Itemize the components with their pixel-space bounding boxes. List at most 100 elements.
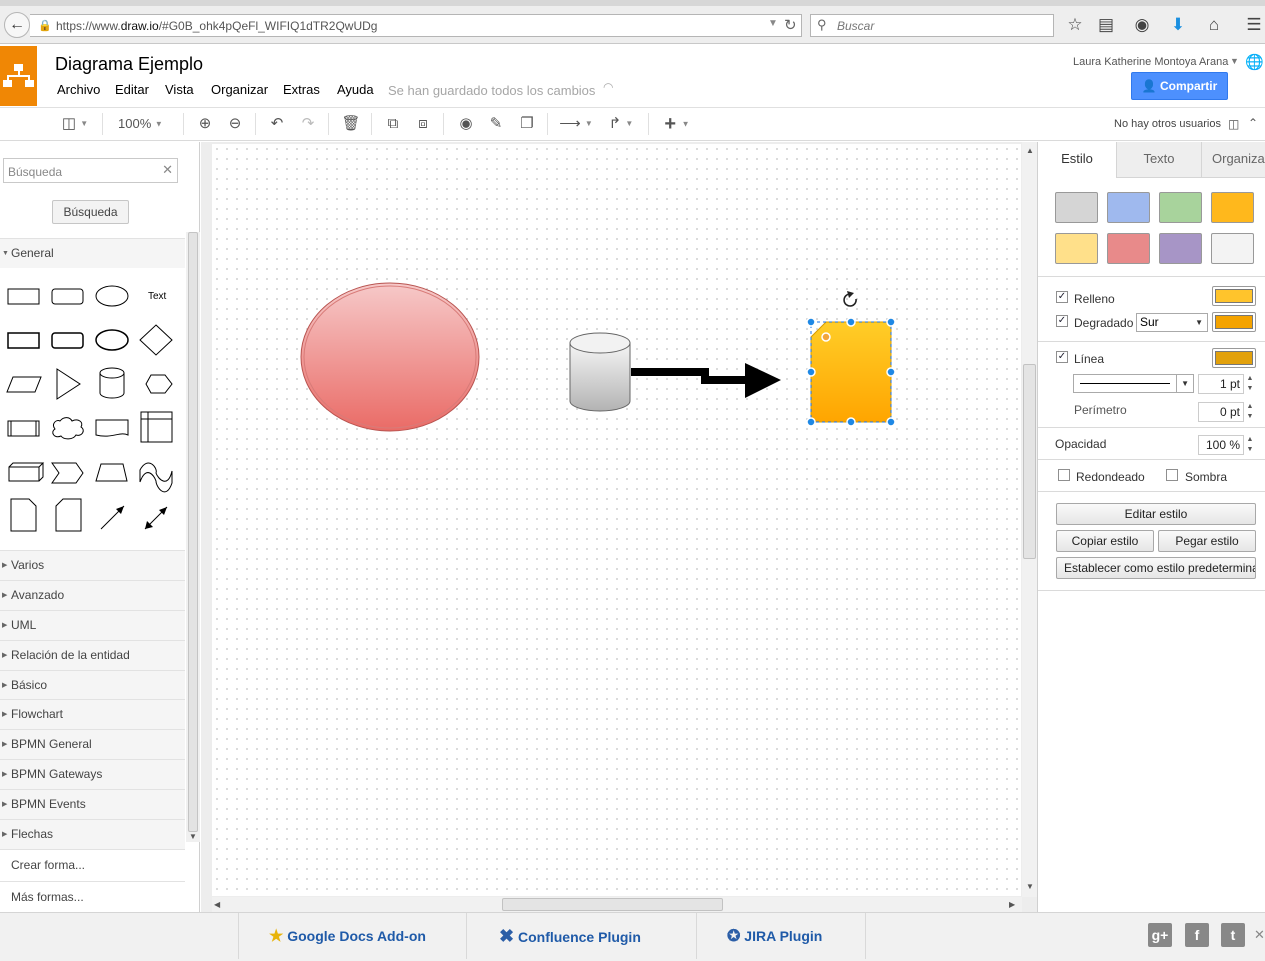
confluence-plugin-link[interactable]: ✖ Confluence Plugin — [466, 913, 696, 959]
category-flowchart[interactable]: ▶ Flowchart — [0, 699, 185, 729]
line-color-picker[interactable] — [1212, 348, 1256, 368]
zoom-select[interactable]: 100% ▼ — [118, 112, 163, 137]
trash-icon[interactable]: 🗑 — [341, 112, 361, 136]
user-name[interactable]: Laura Katherine Montoya Arana — [1073, 56, 1228, 68]
to-back-icon[interactable]: ⧈ — [413, 112, 433, 136]
download-icon[interactable]: ⬇ — [1166, 14, 1190, 36]
category-uml[interactable]: ▶ UML — [0, 610, 185, 640]
shape-search-button[interactable]: Búsqueda — [52, 200, 129, 224]
style-swatch-gray[interactable] — [1055, 192, 1098, 223]
format-panel-icon[interactable]: ◫ — [1228, 117, 1239, 131]
connector-arrow[interactable] — [631, 363, 781, 398]
diagram-title[interactable]: Diagrama Ejemplo — [55, 54, 203, 75]
menu-archivo[interactable]: Archivo — [57, 82, 100, 97]
menu-editar[interactable]: Editar — [115, 82, 149, 97]
category-entity-relation[interactable]: ▶ Relación de la entidad — [0, 640, 185, 670]
tab-estilo[interactable]: Estilo — [1038, 142, 1116, 178]
globe-icon[interactable]: 🌐 — [1245, 53, 1264, 71]
google-plus-icon[interactable]: g+ — [1148, 923, 1172, 947]
undo-icon[interactable]: ↶ — [267, 112, 287, 136]
close-icon[interactable]: ✕ — [1254, 927, 1265, 943]
jira-plugin-link[interactable]: ✪ JIRA Plugin — [696, 913, 866, 959]
category-flechas[interactable]: ▶ Flechas — [0, 819, 185, 849]
home-icon[interactable]: ⌂ — [1202, 14, 1226, 36]
style-swatch-red[interactable] — [1107, 233, 1150, 264]
perimeter-input[interactable]: 0 pt — [1198, 402, 1244, 422]
menu-organizar[interactable]: Organizar — [211, 82, 268, 97]
close-icon[interactable]: ✕ — [162, 162, 173, 178]
category-basico[interactable]: ▶ Básico — [0, 670, 185, 700]
line-pattern-select[interactable]: ▼ — [1073, 374, 1194, 393]
redo-icon[interactable]: ↷ — [298, 112, 318, 136]
collapse-icon[interactable]: ⌃ — [1248, 116, 1258, 130]
tab-texto[interactable]: Texto — [1116, 142, 1201, 178]
create-shape-link[interactable]: Crear forma... — [0, 849, 185, 881]
category-bpmn-general[interactable]: ▶ BPMN General — [0, 729, 185, 759]
gradient-color-picker[interactable] — [1212, 312, 1256, 332]
scroll-up-icon[interactable]: ▲ — [1026, 146, 1034, 155]
style-swatch-purple[interactable] — [1159, 233, 1202, 264]
edit-style-button[interactable]: Editar estilo — [1056, 503, 1256, 525]
line-color-icon[interactable]: ✎ — [486, 112, 506, 136]
fill-color-picker[interactable] — [1212, 286, 1256, 306]
category-bpmn-gateways[interactable]: ▶ BPMN Gateways — [0, 759, 185, 789]
opacity-input[interactable]: 100 % — [1198, 435, 1244, 455]
rounded-checkbox[interactable] — [1058, 469, 1070, 481]
browser-search-input[interactable]: ⚲ Buscar — [810, 14, 1054, 37]
pocket-icon[interactable]: ◉ — [1130, 14, 1154, 36]
gradient-direction-select[interactable]: Sur ▼ — [1136, 313, 1208, 332]
to-front-icon[interactable]: ⧉ — [383, 112, 403, 136]
scroll-down-icon[interactable]: ▼ — [1026, 882, 1034, 891]
red-ellipse-shape[interactable] — [300, 282, 480, 432]
category-varios[interactable]: ▶ Varios — [0, 550, 185, 580]
canvas-horizontal-scrollbar[interactable]: ◀ ▶ — [212, 897, 1022, 912]
tab-organizar[interactable]: Organizar — [1201, 142, 1265, 178]
scroll-left-icon[interactable]: ◀ — [214, 900, 220, 909]
url-dropdown-icon[interactable]: ▼ — [768, 18, 778, 29]
set-default-style-button[interactable]: Establecer como estilo predeterminado — [1056, 557, 1256, 579]
zoom-in-icon[interactable]: ⊕ — [195, 112, 215, 136]
star-icon[interactable]: ☆ — [1063, 14, 1087, 36]
clipboard-icon[interactable]: ▤ — [1094, 14, 1118, 36]
style-swatch-yellow[interactable] — [1055, 233, 1098, 264]
panels-toggle-icon[interactable]: ◫ ▼ — [58, 112, 92, 136]
category-bpmn-events[interactable]: ▶ BPMN Events — [0, 789, 185, 819]
google-docs-addon-link[interactable]: ★ Google Docs Add-on — [238, 913, 466, 959]
canvas-vertical-scrollbar[interactable]: ▲ ▼ — [1022, 142, 1037, 897]
shape-search-input[interactable]: Búsqueda ✕ — [3, 158, 178, 183]
shape-size-handle[interactable] — [821, 332, 831, 342]
copy-style-button[interactable]: Copiar estilo — [1056, 530, 1154, 552]
sidebar-scrollbar[interactable]: ▼ — [186, 232, 200, 842]
chevron-down-icon[interactable]: ▼ — [1230, 56, 1239, 66]
paste-style-button[interactable]: Pegar estilo — [1158, 530, 1256, 552]
url-bar[interactable]: 🔒 https://www.draw.io/#G0B_ohk4pQeFl_WIF… — [30, 14, 802, 37]
stepper-icon[interactable]: ▲ ▼ — [1245, 435, 1255, 455]
stepper-icon[interactable]: ▲ ▼ — [1245, 402, 1255, 422]
fill-checkbox[interactable]: ✓ — [1056, 291, 1068, 303]
rotate-icon[interactable] — [843, 291, 857, 307]
back-button[interactable]: ← — [4, 12, 30, 38]
line-checkbox[interactable]: ✓ — [1056, 351, 1068, 363]
facebook-icon[interactable]: f — [1185, 923, 1209, 947]
waypoints-icon[interactable]: ↱ ▼ — [604, 112, 638, 136]
share-button[interactable]: 👤 Compartir — [1131, 72, 1228, 100]
shadow-icon[interactable]: ❐ — [517, 112, 537, 136]
line-width-input[interactable]: 1 pt — [1198, 374, 1244, 394]
reload-icon[interactable]: ↻ — [784, 16, 797, 34]
twitter-icon[interactable]: t — [1221, 923, 1245, 947]
menu-extras[interactable]: Extras — [283, 82, 320, 97]
category-avanzado[interactable]: ▶ Avanzado — [0, 580, 185, 610]
style-swatch-white[interactable] — [1211, 233, 1254, 264]
fill-icon[interactable]: ◉ — [456, 112, 476, 136]
connection-icon[interactable]: ⟶ ▼ — [559, 112, 593, 136]
canvas-vscroll-thumb[interactable] — [1023, 364, 1036, 559]
zoom-out-icon[interactable]: ⊖ — [225, 112, 245, 136]
menu-ayuda[interactable]: Ayuda — [337, 82, 374, 97]
shadow-checkbox[interactable] — [1166, 469, 1178, 481]
gradient-checkbox[interactable]: ✓ — [1056, 315, 1068, 327]
scroll-right-icon[interactable]: ▶ — [1009, 900, 1015, 909]
plus-icon[interactable]: + ▼ — [660, 112, 694, 136]
sidebar-scroll-thumb[interactable] — [188, 232, 198, 832]
style-swatch-green[interactable] — [1159, 192, 1202, 223]
scroll-down-icon[interactable]: ▼ — [189, 832, 197, 841]
